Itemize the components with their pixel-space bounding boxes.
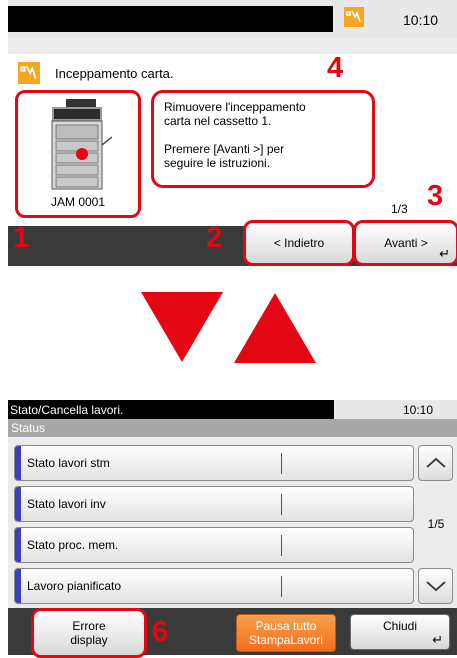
jam-code: JAM 0001: [50, 195, 106, 209]
page-indicator: 1/3: [391, 202, 408, 216]
clock: 10:10: [403, 12, 439, 28]
list-item[interactable]: Stato proc. mem.: [14, 527, 414, 563]
instruction-line: seguire le istruzioni.: [164, 156, 271, 170]
back-button-label: < Indietro: [273, 236, 325, 250]
callout-number-4: 4: [327, 52, 344, 84]
status-message-area: [8, 6, 333, 32]
status-bar: 10:10: [8, 0, 457, 38]
pause-all-print-jobs-button[interactable]: Pausa tutto StampaLavori: [236, 614, 336, 652]
divider: [281, 453, 282, 474]
list-item-label: Stato lavori inv: [27, 497, 106, 511]
message-title: Inceppamento carta.: [55, 66, 174, 81]
page-indicator: 1/5: [427, 517, 445, 531]
list-item-label: Lavoro pianificato: [27, 579, 122, 593]
status-header: [8, 419, 457, 437]
row-accent: [15, 446, 21, 480]
error-display-label-line2: display: [70, 633, 108, 647]
callout-number-6: 6: [152, 616, 169, 648]
list-item-label: Stato lavori stm: [27, 456, 110, 470]
scroll-up-button[interactable]: [418, 445, 453, 481]
status-label: Status: [11, 421, 46, 435]
title-bar: Stato/Cancella lavori. 10:10: [8, 400, 457, 419]
paper-jam-icon: [344, 7, 364, 27]
instruction-line: carta nel cassetto 1.: [164, 114, 272, 128]
arrow-down-icon: [141, 292, 223, 362]
arrow-up-icon: [234, 293, 316, 363]
pause-button-label-line1: Pausa tutto: [255, 619, 317, 633]
enter-icon: ↵: [439, 246, 450, 261]
instruction-line: Premere [Avanti >] per: [164, 142, 285, 156]
next-button-label: Avanti >: [384, 236, 428, 250]
error-display-label: Errore display: [70, 619, 107, 647]
list-item[interactable]: Lavoro pianificato: [14, 568, 414, 604]
list-item[interactable]: Stato lavori stm: [14, 445, 414, 481]
callout-number-1: 1: [13, 222, 30, 254]
list-item[interactable]: Stato lavori inv: [14, 486, 414, 522]
scroll-down-icon: [425, 581, 446, 592]
printer-illustration: [51, 99, 112, 190]
paper-jam-icon: [18, 62, 40, 84]
close-button-label: Chiudi: [382, 619, 418, 633]
next-button[interactable]: Avanti > ↵: [353, 220, 457, 266]
error-display-label-line1: Errore: [72, 619, 106, 633]
pause-button-label-line2: StampaLavori: [248, 633, 324, 647]
list-item-label: Stato proc. mem.: [27, 538, 119, 552]
row-accent: [15, 569, 21, 603]
divider: [281, 576, 282, 597]
back-button[interactable]: < Indietro: [243, 220, 355, 266]
row-accent: [15, 487, 21, 521]
screen-title: Stato/Cancella lavori.: [10, 403, 124, 417]
clock: 10:10: [403, 403, 434, 417]
callout-number-3: 3: [427, 180, 444, 212]
jam-message-screen: 10:10 Inceppamento carta. JAM 0001 Rimuo…: [8, 0, 457, 266]
scroll-down-button[interactable]: [418, 568, 453, 604]
instructions-box: Rimuovere l'inceppamento carta nel casse…: [151, 90, 375, 188]
divider: [281, 494, 282, 515]
status-screen: Stato/Cancella lavori. 10:10 Status Stat…: [8, 400, 457, 658]
scroll-up-icon: [425, 457, 446, 468]
row-accent: [15, 528, 21, 562]
jam-location-panel: JAM 0001: [15, 90, 141, 218]
instruction-line: Rimuovere l'inceppamento: [164, 100, 306, 114]
divider: [281, 535, 282, 556]
callout-number-2: 2: [206, 222, 223, 254]
close-button[interactable]: Chiudi ↵: [350, 614, 450, 650]
error-display-button[interactable]: Errore display: [31, 608, 147, 658]
pause-button-label: Pausa tutto StampaLavori: [249, 619, 323, 647]
enter-icon: ↵: [432, 632, 443, 647]
